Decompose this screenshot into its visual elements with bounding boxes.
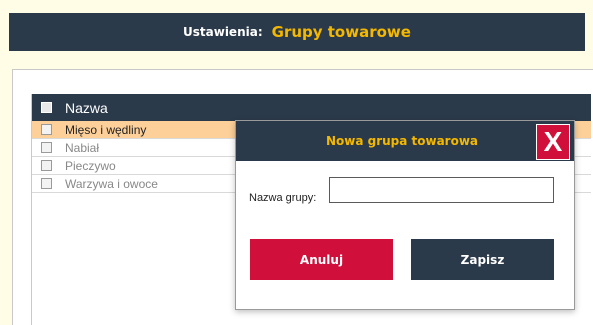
row-checkbox[interactable] (41, 124, 52, 135)
row-checkbox[interactable] (41, 142, 52, 153)
group-name-label: Nazwa grupy: (249, 192, 317, 204)
close-icon[interactable]: X (536, 124, 570, 160)
row-checkbox[interactable] (41, 178, 52, 189)
group-name-input[interactable] (329, 177, 554, 203)
select-all-checkbox[interactable] (41, 102, 52, 113)
new-group-dialog: Nowa grupa towarowa X Nazwa grupy: Anulu… (235, 120, 575, 310)
header-label: Ustawienia: (183, 25, 263, 39)
save-button[interactable]: Zapisz (411, 239, 554, 280)
row-name: Pieczywo (65, 158, 116, 173)
cancel-button[interactable]: Anuluj (250, 239, 393, 280)
page-header: Ustawienia: Grupy towarowe (9, 13, 585, 51)
dialog-header: Nowa grupa towarowa (236, 121, 574, 161)
dialog-title: Nowa grupa towarowa (325, 134, 479, 148)
row-name: Warzywa i owoce (65, 176, 158, 191)
table-header: Nazwa (32, 94, 591, 121)
row-name: Mięso i wędliny (65, 122, 147, 137)
page-title: Grupy towarowe (271, 23, 411, 41)
row-name: Nabiał (65, 140, 100, 155)
row-checkbox[interactable] (41, 160, 52, 171)
column-header-name[interactable]: Nazwa (65, 100, 108, 116)
